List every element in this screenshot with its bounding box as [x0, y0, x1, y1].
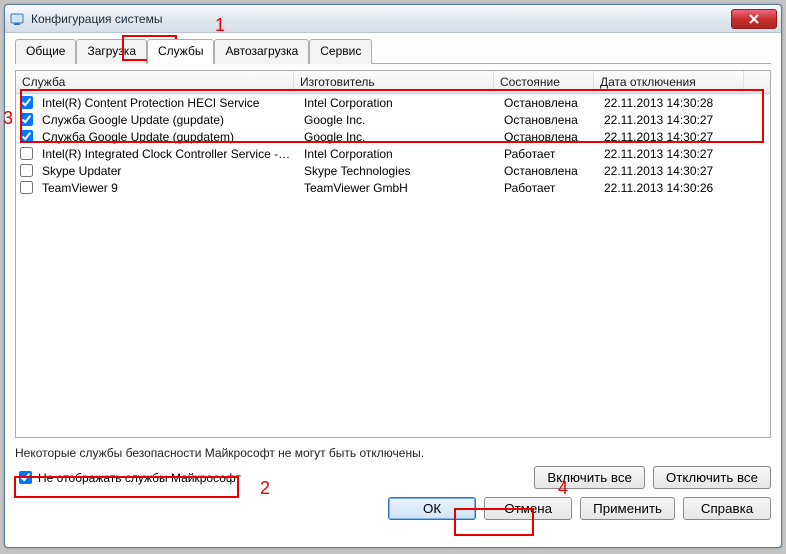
list-rows: Intel(R) Content Protection HECI Service… [16, 94, 770, 437]
service-checkbox[interactable] [20, 130, 33, 143]
cell-name: Служба Google Update (gupdatem) [36, 130, 298, 144]
table-row[interactable]: Служба Google Update (gupdatem)Google In… [16, 128, 770, 145]
help-button[interactable]: Справка [683, 497, 771, 520]
service-checkbox[interactable] [20, 113, 33, 126]
col-date[interactable]: Дата отключения [594, 71, 744, 93]
cell-name: Intel(R) Content Protection HECI Service [36, 96, 298, 110]
tab-tools[interactable]: Сервис [309, 39, 372, 64]
ok-button[interactable]: ОК [388, 497, 476, 520]
cell-state: Работает [498, 147, 598, 161]
col-manufacturer[interactable]: Изготовитель [294, 71, 494, 93]
cell-state: Остановлена [498, 164, 598, 178]
window-title: Конфигурация системы [31, 12, 731, 26]
cell-mfr: Skype Technologies [298, 164, 498, 178]
options-row: Не отображать службы Майкрософт Включить… [15, 466, 771, 489]
tab-startup[interactable]: Автозагрузка [214, 39, 309, 64]
cell-mfr: TeamViewer GmbH [298, 181, 498, 195]
cell-name: Skype Updater [36, 164, 298, 178]
hide-ms-checkbox[interactable] [19, 471, 32, 484]
close-icon [748, 14, 760, 24]
service-checkbox[interactable] [20, 96, 33, 109]
cell-date: 22.11.2013 14:30:27 [598, 130, 748, 144]
tab-strip: Общие Загрузка Службы Автозагрузка Серви… [15, 39, 771, 64]
cell-date: 22.11.2013 14:30:26 [598, 181, 748, 195]
app-icon [9, 11, 25, 27]
table-row[interactable]: Служба Google Update (gupdate)Google Inc… [16, 111, 770, 128]
cell-state: Работает [498, 181, 598, 195]
hide-ms-option[interactable]: Не отображать службы Майкрософт [15, 469, 245, 487]
enable-all-button[interactable]: Включить все [534, 466, 645, 489]
cell-name: Intel(R) Integrated Clock Controller Ser… [36, 147, 298, 161]
titlebar: Конфигурация системы [5, 5, 781, 33]
cell-state: Остановлена [498, 96, 598, 110]
cancel-button[interactable]: Отмена [484, 497, 572, 520]
apply-button[interactable]: Применить [580, 497, 675, 520]
cell-state: Остановлена [498, 130, 598, 144]
cell-name: TeamViewer 9 [36, 181, 298, 195]
services-list: Служба Изготовитель Состояние Дата отклю… [15, 70, 771, 438]
cell-date: 22.11.2013 14:30:27 [598, 164, 748, 178]
tab-general[interactable]: Общие [15, 39, 76, 64]
table-row[interactable]: TeamViewer 9TeamViewer GmbHРаботает22.11… [16, 179, 770, 196]
tab-services[interactable]: Службы [147, 39, 214, 64]
cell-mfr: Google Inc. [298, 130, 498, 144]
dialog-buttons: ОК Отмена Применить Справка [15, 497, 771, 520]
msconfig-window: Конфигурация системы Общие Загрузка Служ… [4, 4, 782, 548]
service-checkbox[interactable] [20, 181, 33, 194]
list-header: Служба Изготовитель Состояние Дата отклю… [16, 71, 770, 94]
disable-all-button[interactable]: Отключить все [653, 466, 771, 489]
col-service[interactable]: Служба [16, 71, 294, 93]
cell-date: 22.11.2013 14:30:27 [598, 113, 748, 127]
service-checkbox[interactable] [20, 147, 33, 160]
cell-state: Остановлена [498, 113, 598, 127]
cell-date: 22.11.2013 14:30:28 [598, 96, 748, 110]
content-area: Общие Загрузка Службы Автозагрузка Серви… [5, 33, 781, 530]
cell-mfr: Intel Corporation [298, 96, 498, 110]
cell-mfr: Intel Corporation [298, 147, 498, 161]
table-row[interactable]: Intel(R) Content Protection HECI Service… [16, 94, 770, 111]
table-row[interactable]: Intel(R) Integrated Clock Controller Ser… [16, 145, 770, 162]
close-button[interactable] [731, 9, 777, 29]
hide-ms-label: Не отображать службы Майкрософт [38, 471, 241, 485]
cell-mfr: Google Inc. [298, 113, 498, 127]
note-text: Некоторые службы безопасности Майкрософт… [15, 446, 771, 460]
cell-name: Служба Google Update (gupdate) [36, 113, 298, 127]
col-state[interactable]: Состояние [494, 71, 594, 93]
cell-date: 22.11.2013 14:30:27 [598, 147, 748, 161]
table-row[interactable]: Skype UpdaterSkype TechnologiesОстановле… [16, 162, 770, 179]
tab-boot[interactable]: Загрузка [76, 39, 147, 64]
service-checkbox[interactable] [20, 164, 33, 177]
